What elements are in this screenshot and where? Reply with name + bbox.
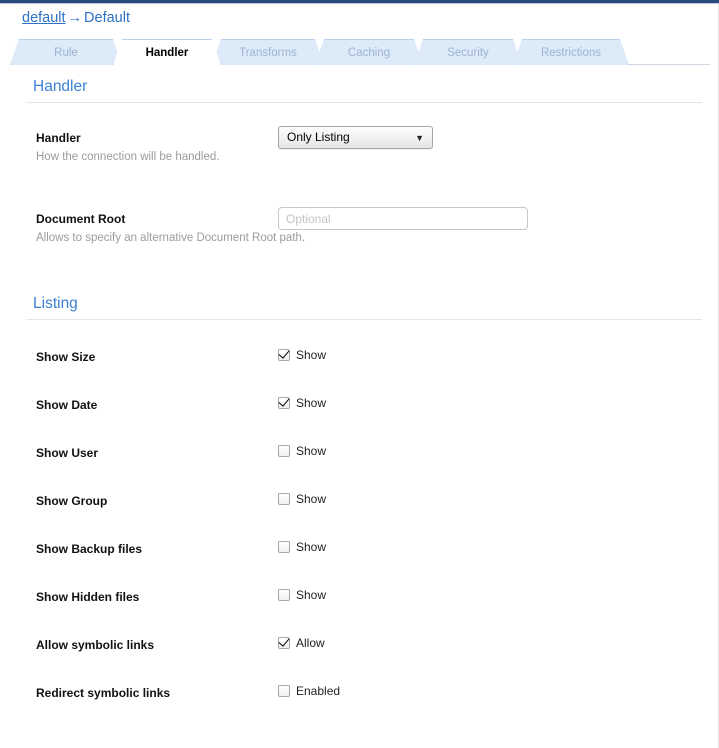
- checkbox-label: Show: [296, 396, 327, 410]
- chevron-down-icon: ▼: [415, 133, 424, 143]
- form-row: Show Size Show: [0, 348, 719, 364]
- section-title: Listing: [33, 295, 78, 312]
- checkbox-unchecked-icon[interactable]: [278, 493, 290, 505]
- checkbox-show-date[interactable]: Show: [278, 396, 326, 410]
- tab-caching[interactable]: Caching: [315, 39, 423, 65]
- checkbox-checked-icon[interactable]: [278, 637, 290, 649]
- handler-select[interactable]: Only Listing ▼: [278, 126, 433, 149]
- checkbox-label: Show: [296, 444, 327, 458]
- row-label: Document Root: [36, 212, 126, 226]
- checkbox-redirect-symbolic-links[interactable]: Enabled: [278, 684, 340, 698]
- row-label: Allow symbolic links: [36, 638, 155, 652]
- checkbox-checked-icon[interactable]: [278, 397, 290, 409]
- row-help-text: How the connection will be handled.: [36, 151, 220, 163]
- checkbox-show-user[interactable]: Show: [278, 444, 326, 458]
- handler-select-value: Only Listing: [287, 130, 350, 144]
- checkbox-unchecked-icon[interactable]: [278, 445, 290, 457]
- section-handler: Handler: [0, 78, 719, 103]
- tab-handler[interactable]: Handler: [113, 39, 221, 65]
- checkbox-label: Show: [296, 492, 327, 506]
- row-label: Show User: [36, 446, 99, 460]
- row-label: Redirect symbolic links: [36, 686, 171, 700]
- checkbox-label: Show: [296, 588, 327, 602]
- row-control: Show: [278, 444, 326, 458]
- row-control: Show: [278, 348, 326, 362]
- breadcrumb-root-link[interactable]: default: [22, 10, 66, 26]
- row-label: Show Backup files: [36, 542, 143, 556]
- form-row: Show Backup files Show: [0, 540, 719, 556]
- tab-restrictions[interactable]: Restrictions: [513, 39, 629, 65]
- tab-transforms[interactable]: Transforms: [212, 39, 324, 65]
- tab-bar: Rule Handler Transforms Caching Security Rest…: [10, 38, 710, 65]
- form-row: Document Root Allows to specify an altern…: [0, 207, 719, 244]
- checkbox-show-backup-files[interactable]: Show: [278, 540, 326, 554]
- row-label: Show Hidden files: [36, 590, 140, 604]
- row-label: Show Group: [36, 494, 108, 508]
- row-label: Show Date: [36, 398, 98, 412]
- row-control: Show: [278, 492, 326, 506]
- row-control: Enabled: [278, 684, 340, 698]
- checkbox-show-size[interactable]: Show: [278, 348, 326, 362]
- section-divider: [27, 319, 702, 320]
- row-help-text: Allows to specify an alternative Documen…: [36, 232, 306, 244]
- checkbox-show-group[interactable]: Show: [278, 492, 326, 506]
- form-row: Show Date Show: [0, 396, 719, 412]
- breadcrumb-separator-icon: →: [67, 10, 83, 26]
- checkbox-label: Show: [296, 348, 327, 362]
- checkbox-unchecked-icon[interactable]: [278, 541, 290, 553]
- tab-security[interactable]: Security: [414, 39, 522, 65]
- form-row: Show Group Show: [0, 492, 719, 508]
- checkbox-unchecked-icon[interactable]: [278, 589, 290, 601]
- document-root-input[interactable]: [278, 207, 528, 230]
- checkbox-unchecked-icon[interactable]: [278, 685, 290, 697]
- checkbox-label: Show: [296, 540, 327, 554]
- checkbox-show-hidden-files[interactable]: Show: [278, 588, 326, 602]
- breadcrumb: default → Default: [22, 10, 130, 26]
- row-label: Show Size: [36, 350, 96, 364]
- window-top-rule: [0, 0, 719, 4]
- section-title: Handler: [33, 78, 88, 95]
- checkbox-label: Allow: [296, 636, 325, 650]
- checkbox-allow-symbolic-links[interactable]: Allow: [278, 636, 325, 650]
- form-row: Redirect symbolic links Enabled: [0, 684, 719, 700]
- row-control: [278, 207, 528, 230]
- row-control: Show: [278, 396, 326, 410]
- form-row: Allow symbolic links Allow: [0, 636, 719, 652]
- section-listing: Listing: [0, 295, 719, 320]
- row-label: Handler: [36, 131, 81, 145]
- form-row: Show Hidden files Show: [0, 588, 719, 604]
- row-control: Only Listing ▼: [278, 126, 433, 149]
- checkbox-label: Enabled: [296, 684, 341, 698]
- checkbox-checked-icon[interactable]: [278, 349, 290, 361]
- section-divider: [27, 102, 702, 103]
- tab-rule[interactable]: Rule: [10, 39, 122, 65]
- breadcrumb-current: Default: [84, 10, 130, 26]
- row-control: Show: [278, 588, 326, 602]
- form-row: Handler How the connection will be handle…: [0, 126, 719, 163]
- row-control: Show: [278, 540, 326, 554]
- form-row: Show User Show: [0, 444, 719, 460]
- row-control: Allow: [278, 636, 325, 650]
